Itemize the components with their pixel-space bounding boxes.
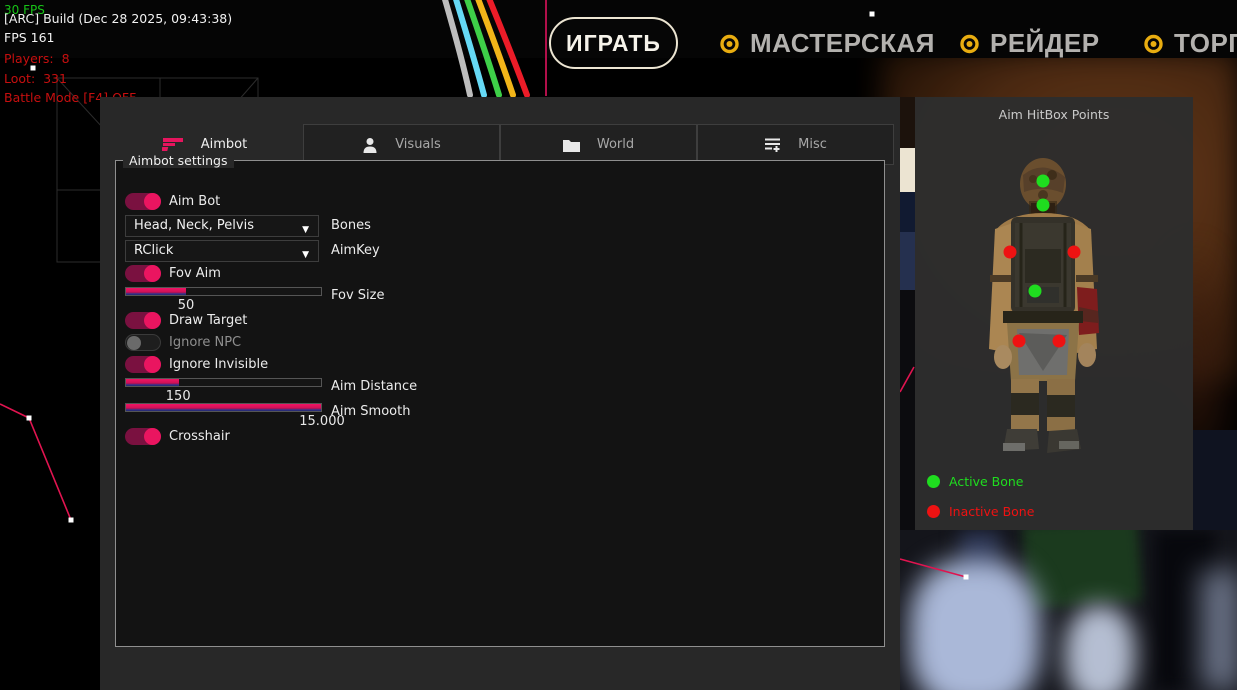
left-hand-hitbox-point <box>1013 335 1026 348</box>
nav-label: МАСТЕРСКАЯ <box>750 28 935 59</box>
players-count: Players: 8 <box>4 51 70 66</box>
bg-green-sign <box>1022 530 1143 609</box>
group-title: Aimbot settings <box>123 153 234 168</box>
aimkey-label: AimKey <box>331 243 380 258</box>
pistol-icon <box>162 136 184 153</box>
bones-dropdown[interactable]: Head, Neck, Pelvis ▼ <box>125 215 319 237</box>
ignore-npc-label: Ignore NPC <box>169 335 241 350</box>
chevron-down-icon: ▼ <box>302 220 309 240</box>
aim-distance-value: 150 <box>166 389 191 404</box>
aim-distance-slider-wrap: 150 <box>125 378 322 387</box>
draw-target-toggle[interactable] <box>125 312 161 329</box>
draw-target-row: Draw Target <box>116 312 884 329</box>
fov-size-value: 50 <box>178 298 195 313</box>
draw-target-label: Draw Target <box>169 313 247 328</box>
aim-bot-label: Aim Bot <box>169 194 220 209</box>
fov-size-slider[interactable] <box>125 287 322 296</box>
ignore-invisible-label: Ignore Invisible <box>169 357 268 372</box>
tab-world[interactable]: World <box>500 124 697 165</box>
hitbox-panel: Aim HitBox Points <box>915 97 1193 530</box>
green-dot-icon <box>927 475 940 488</box>
bg-bottom-right-scene <box>900 530 1237 690</box>
nav-item-trade[interactable]: ТОРГО <box>1142 24 1237 62</box>
fov-aim-row: Fov Aim <box>116 265 884 282</box>
tab-label: Aimbot <box>201 137 247 152</box>
aim-bot-row: Aim Bot <box>116 193 884 210</box>
nav-item-workshop[interactable]: МАСТЕРСКАЯ <box>718 24 935 62</box>
fov-aim-label: Fov Aim <box>169 266 221 281</box>
aim-smooth-slider-wrap: 15.000 <box>125 403 322 412</box>
play-button[interactable]: ИГРАТЬ <box>549 17 678 69</box>
tab-visuals[interactable]: Visuals <box>303 124 500 165</box>
ignore-npc-row: Ignore NPC <box>116 334 884 351</box>
coin-target-icon <box>1142 32 1165 55</box>
ignore-invisible-toggle[interactable] <box>125 356 161 373</box>
crosshair-label: Crosshair <box>169 429 230 444</box>
neck-hitbox-point <box>1037 199 1050 212</box>
folder-icon <box>563 138 580 152</box>
legend-label: Active Bone <box>949 474 1023 489</box>
loot-count: Loot: 331 <box>4 71 67 86</box>
chevron-down-icon: ▼ <box>302 245 309 265</box>
tab-misc[interactable]: Misc <box>697 124 894 165</box>
aim-distance-slider[interactable] <box>125 378 322 387</box>
person-icon <box>362 137 378 153</box>
tab-label: Misc <box>798 137 827 152</box>
slider-fill <box>126 288 186 295</box>
aim-smooth-label: Aim Smooth <box>331 404 410 419</box>
coin-target-icon <box>958 32 981 55</box>
right-hand-hitbox-point <box>1053 335 1066 348</box>
bg-light-blob <box>1065 605 1135 690</box>
slider-fill <box>126 404 321 411</box>
coin-target-icon <box>718 32 741 55</box>
aim-smooth-slider[interactable] <box>125 403 322 412</box>
ignore-npc-toggle[interactable] <box>125 334 161 351</box>
tab-label: World <box>597 137 634 152</box>
game-screen: 30 FPS [ARC] Build (Dec 28 2025, 09:43:3… <box>0 0 1237 690</box>
right-shoulder-hitbox-point <box>1068 246 1081 259</box>
fov-size-label: Fov Size <box>331 288 384 303</box>
fov-aim-toggle[interactable] <box>125 265 161 282</box>
nav-item-raider[interactable]: РЕЙДЕР <box>958 24 1100 62</box>
legend-item: Inactive Bone <box>927 504 1034 518</box>
bg-light-blob <box>910 560 1040 690</box>
bones-label: Bones <box>331 218 371 233</box>
bg-light-blob <box>1200 570 1237 690</box>
slider-fill <box>126 379 179 386</box>
crosshair-toggle[interactable] <box>125 428 161 445</box>
nav-label: РЕЙДЕР <box>990 28 1100 59</box>
bones-selected-value: Head, Neck, Pelvis <box>134 218 254 233</box>
cheat-menu-panel: Aimbot Visuals World <box>100 97 900 690</box>
fov-size-slider-wrap: 50 <box>125 287 322 296</box>
crosshair-row: Crosshair <box>116 428 884 445</box>
hitbox-panel-title: Aim HitBox Points <box>915 107 1193 122</box>
build-info: [ARC] Build (Dec 28 2025, 09:43:38) <box>4 11 232 26</box>
fps-info: FPS 161 <box>4 30 55 45</box>
nav-label: ТОРГО <box>1174 28 1237 59</box>
legend-label: Inactive Bone <box>949 504 1034 519</box>
tab-label: Visuals <box>395 137 441 152</box>
red-dot-icon <box>927 505 940 518</box>
bg-strip-between-panels <box>900 97 915 530</box>
aimkey-selected-value: RClick <box>134 243 173 258</box>
aimbot-settings-group: Aimbot settings Aim Bot Head, Neck, Pelv… <box>115 160 885 647</box>
head-hitbox-point <box>1037 175 1050 188</box>
legend-item: Active Bone <box>927 474 1023 488</box>
pelvis-hitbox-point <box>1029 285 1042 298</box>
playlist-add-icon <box>764 137 781 152</box>
left-shoulder-hitbox-point <box>1004 246 1017 259</box>
aim-distance-label: Aim Distance <box>331 379 417 394</box>
aimkey-dropdown[interactable]: RClick ▼ <box>125 240 319 262</box>
ignore-invisible-row: Ignore Invisible <box>116 356 884 373</box>
aim-bot-toggle[interactable] <box>125 193 161 210</box>
